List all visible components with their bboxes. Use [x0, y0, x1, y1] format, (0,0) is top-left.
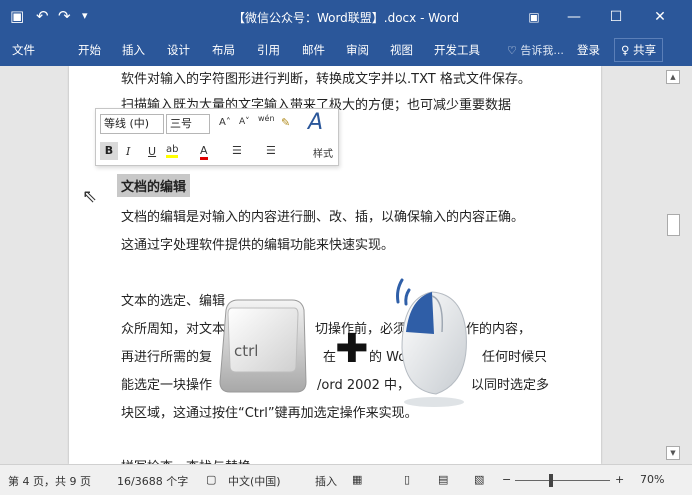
- word-count[interactable]: 16/3688 个字: [117, 473, 188, 489]
- zoom-slider-thumb[interactable]: [549, 474, 553, 487]
- print-layout-icon[interactable]: ▤: [438, 473, 448, 486]
- paragraph-line: 块区域，这通过按住“Ctrl”键再加选定操作来实现。: [121, 406, 418, 421]
- close-icon[interactable]: ✕: [640, 4, 680, 30]
- zoom-level[interactable]: 70%: [640, 473, 664, 486]
- tell-me-search[interactable]: ♡ 告诉我...: [507, 42, 564, 58]
- scroll-up-icon[interactable]: ▲: [666, 70, 680, 84]
- share-button[interactable]: ♀ 共享: [614, 38, 664, 62]
- font-name-box[interactable]: 等线 (中): [100, 114, 164, 134]
- italic-button[interactable]: I: [126, 145, 130, 158]
- section-heading-line: 拼写检查、查找与替换: [121, 456, 251, 464]
- mini-toolbar: 等线 (中) 三号 A˄ A˅ wén ✎ A B I U ab A ☰ ☰ 样…: [95, 108, 339, 166]
- tab-developer[interactable]: 开发工具: [434, 42, 480, 58]
- zoom-slider[interactable]: [515, 480, 610, 481]
- paragraph-line: 众所周知，对文本: [121, 322, 226, 337]
- tab-references[interactable]: 引用: [257, 42, 280, 58]
- read-mode-icon[interactable]: ▯: [404, 473, 410, 486]
- title-bar: ▣ ↶ ↷ ▾ 【微信公众号：Word联盟】.docx - Word ▣ — ☐…: [0, 0, 692, 34]
- font-size-box[interactable]: 三号: [166, 114, 210, 134]
- ctrl-key-label: ctrl: [234, 342, 259, 360]
- styles-label[interactable]: 样式: [313, 145, 333, 160]
- scroll-thumb[interactable]: [667, 214, 680, 236]
- paragraph-fragment: 任何时候只: [482, 350, 548, 365]
- tab-insert[interactable]: 插入: [122, 42, 145, 58]
- tab-design[interactable]: 设计: [167, 42, 190, 58]
- zoom-in-button[interactable]: +: [615, 473, 624, 486]
- mouse-cursor-icon: ⇖: [82, 186, 98, 207]
- paragraph-line: 再进行所需的复: [121, 350, 213, 365]
- ribbon-tabs: 文件 开始 插入 设计 布局 引用 邮件 审阅 视图 开发工具 ♡ 告诉我...…: [0, 34, 692, 66]
- minimize-icon[interactable]: —: [554, 4, 594, 30]
- bold-button[interactable]: B: [100, 142, 118, 160]
- insert-mode[interactable]: 插入: [315, 473, 337, 489]
- plus-icon: ✚: [335, 326, 369, 372]
- scroll-down-icon[interactable]: ▼: [666, 446, 680, 460]
- styles-icon[interactable]: A: [308, 110, 323, 135]
- paragraph-fragment: 以同时选定多: [471, 378, 550, 393]
- paragraph-line: 文档的编辑是对输入的内容进行删、改、插，以确保输入的内容正确。: [121, 210, 525, 225]
- grow-font-icon[interactable]: A˄: [219, 117, 231, 128]
- underline-button[interactable]: U: [148, 145, 156, 158]
- paragraph-fragment: 作的内容，: [466, 322, 532, 337]
- login-button[interactable]: 登录: [577, 42, 600, 58]
- mouse-click-icon: [396, 278, 467, 407]
- subheading-line: 文本的选定、编辑: [121, 294, 226, 309]
- tab-layout[interactable]: 布局: [212, 42, 235, 58]
- maximize-icon[interactable]: ☐: [596, 4, 636, 30]
- paragraph-line: 软件对输入的字符图形进行判断，转换成文字并以.TXT 格式文件保存。: [121, 72, 531, 87]
- web-layout-icon[interactable]: ▧: [474, 473, 484, 486]
- vertical-scrollbar[interactable]: ▲ ▼: [664, 66, 692, 464]
- paragraph-line: 这通过字处理软件提供的编辑功能来快速实现。: [121, 238, 395, 253]
- paragraph-line: 能选定一块操作: [121, 378, 213, 393]
- tab-file[interactable]: 文件: [12, 42, 35, 58]
- zoom-out-button[interactable]: −: [502, 473, 511, 486]
- page-indicator[interactable]: 第 4 页，共 9 页: [8, 473, 91, 489]
- phonetic-guide-icon[interactable]: wén: [258, 114, 275, 123]
- proofing-icon[interactable]: ▢: [206, 473, 216, 486]
- format-painter-icon[interactable]: ✎: [281, 116, 290, 129]
- ctrl-key-icon: [219, 299, 307, 393]
- font-color-button[interactable]: A: [200, 144, 208, 160]
- selected-heading[interactable]: 文档的编辑: [117, 174, 191, 197]
- tab-view[interactable]: 视图: [390, 42, 413, 58]
- bullets-icon[interactable]: ☰: [232, 144, 242, 157]
- numbering-icon[interactable]: ☰: [266, 144, 276, 157]
- tab-mailings[interactable]: 邮件: [302, 42, 325, 58]
- ribbon-display-options-icon[interactable]: ▣: [514, 4, 554, 30]
- tab-review[interactable]: 审阅: [346, 42, 369, 58]
- language-indicator[interactable]: 中文(中国): [228, 473, 281, 489]
- shrink-font-icon[interactable]: A˅: [239, 117, 250, 127]
- highlight-button[interactable]: ab: [166, 144, 179, 158]
- tab-home[interactable]: 开始: [78, 42, 101, 58]
- macro-icon[interactable]: ▦: [352, 473, 362, 486]
- status-bar: 第 4 页，共 9 页 16/3688 个字 ▢ 中文(中国) 插入 ▦ ▯ ▤…: [0, 464, 692, 495]
